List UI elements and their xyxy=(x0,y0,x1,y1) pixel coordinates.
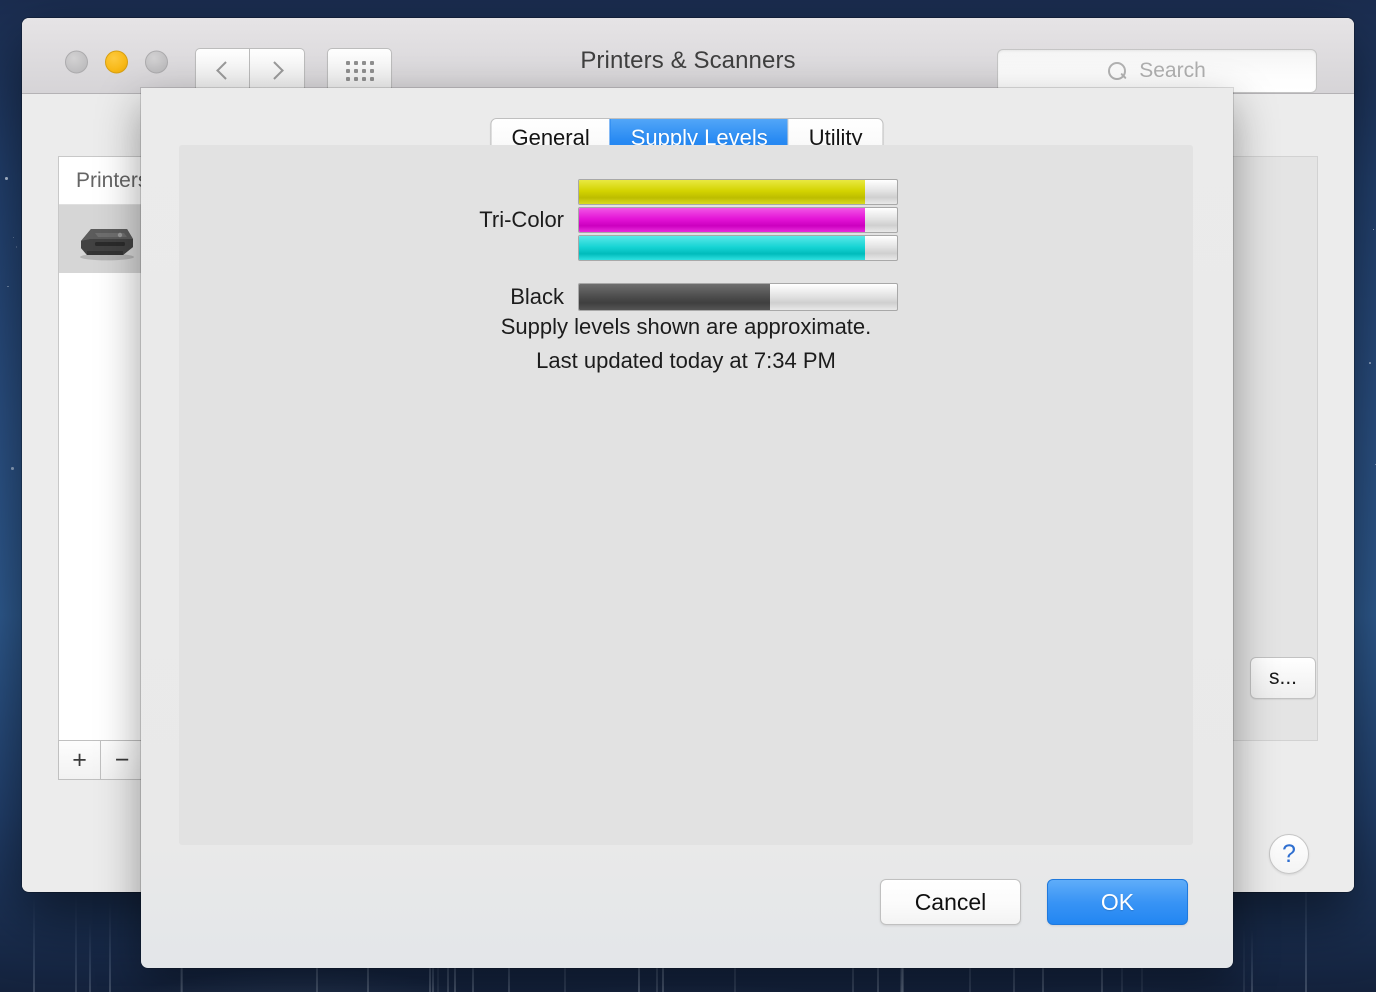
search-icon xyxy=(1108,61,1127,81)
star xyxy=(1369,362,1371,364)
supply-gauge-yellow xyxy=(578,179,898,205)
light-streak xyxy=(33,896,36,992)
supply-row-black: Black xyxy=(179,283,1193,311)
light-streak xyxy=(109,901,112,992)
cancel-button[interactable]: Cancel xyxy=(880,879,1021,925)
supply-label-black: Black xyxy=(510,284,564,309)
ok-button[interactable]: OK xyxy=(1047,879,1188,925)
search-input[interactable]: Search xyxy=(997,49,1317,93)
supply-gauge-cyan-fill xyxy=(579,236,866,260)
window-titlebar: Printers & Scanners Search xyxy=(22,18,1354,94)
printer-list-controls: + − xyxy=(58,740,144,780)
star xyxy=(1372,228,1375,231)
supply-gauge-cyan xyxy=(578,235,898,261)
supply-gauge-yellow-fill xyxy=(579,180,866,204)
supply-levels-panel: Tri-Color Black Supply levels shown are … xyxy=(179,145,1193,845)
star xyxy=(7,285,9,288)
supply-note-line-2: Last updated today at 7:34 PM xyxy=(536,348,836,373)
supply-note-line-1: Supply levels shown are approximate. xyxy=(500,314,872,339)
supply-rows: Tri-Color Black xyxy=(179,179,1193,311)
light-streak xyxy=(1250,930,1253,992)
search-placeholder: Search xyxy=(1139,59,1206,82)
star xyxy=(5,176,8,180)
supply-gauge-stack-tri-color xyxy=(578,179,898,261)
star xyxy=(11,466,14,470)
star xyxy=(12,236,15,239)
supply-row-tri-color: Tri-Color xyxy=(179,179,1193,261)
light-streak xyxy=(88,921,91,992)
light-streak xyxy=(1243,923,1246,992)
supply-label-tri-color: Tri-Color xyxy=(479,207,564,232)
supply-gauge-black-fill xyxy=(579,284,770,310)
help-button[interactable]: ? xyxy=(1269,834,1309,874)
light-streak xyxy=(75,893,78,992)
supply-levels-sheet: General Supply Levels Utility Tri-Color xyxy=(141,88,1233,968)
printer-icon xyxy=(73,217,137,261)
star xyxy=(15,246,18,248)
remove-printer-button[interactable]: − xyxy=(101,740,144,780)
supply-gauge-magenta-fill xyxy=(579,208,866,232)
supply-gauge-stack-black xyxy=(578,283,898,311)
supply-note: Supply levels shown are approximate. Las… xyxy=(179,310,1193,378)
supply-gauge-black xyxy=(578,283,898,311)
options-and-supplies-button[interactable]: s... xyxy=(1249,657,1316,699)
add-printer-button[interactable]: + xyxy=(58,740,101,780)
supply-gauge-magenta xyxy=(578,207,898,233)
